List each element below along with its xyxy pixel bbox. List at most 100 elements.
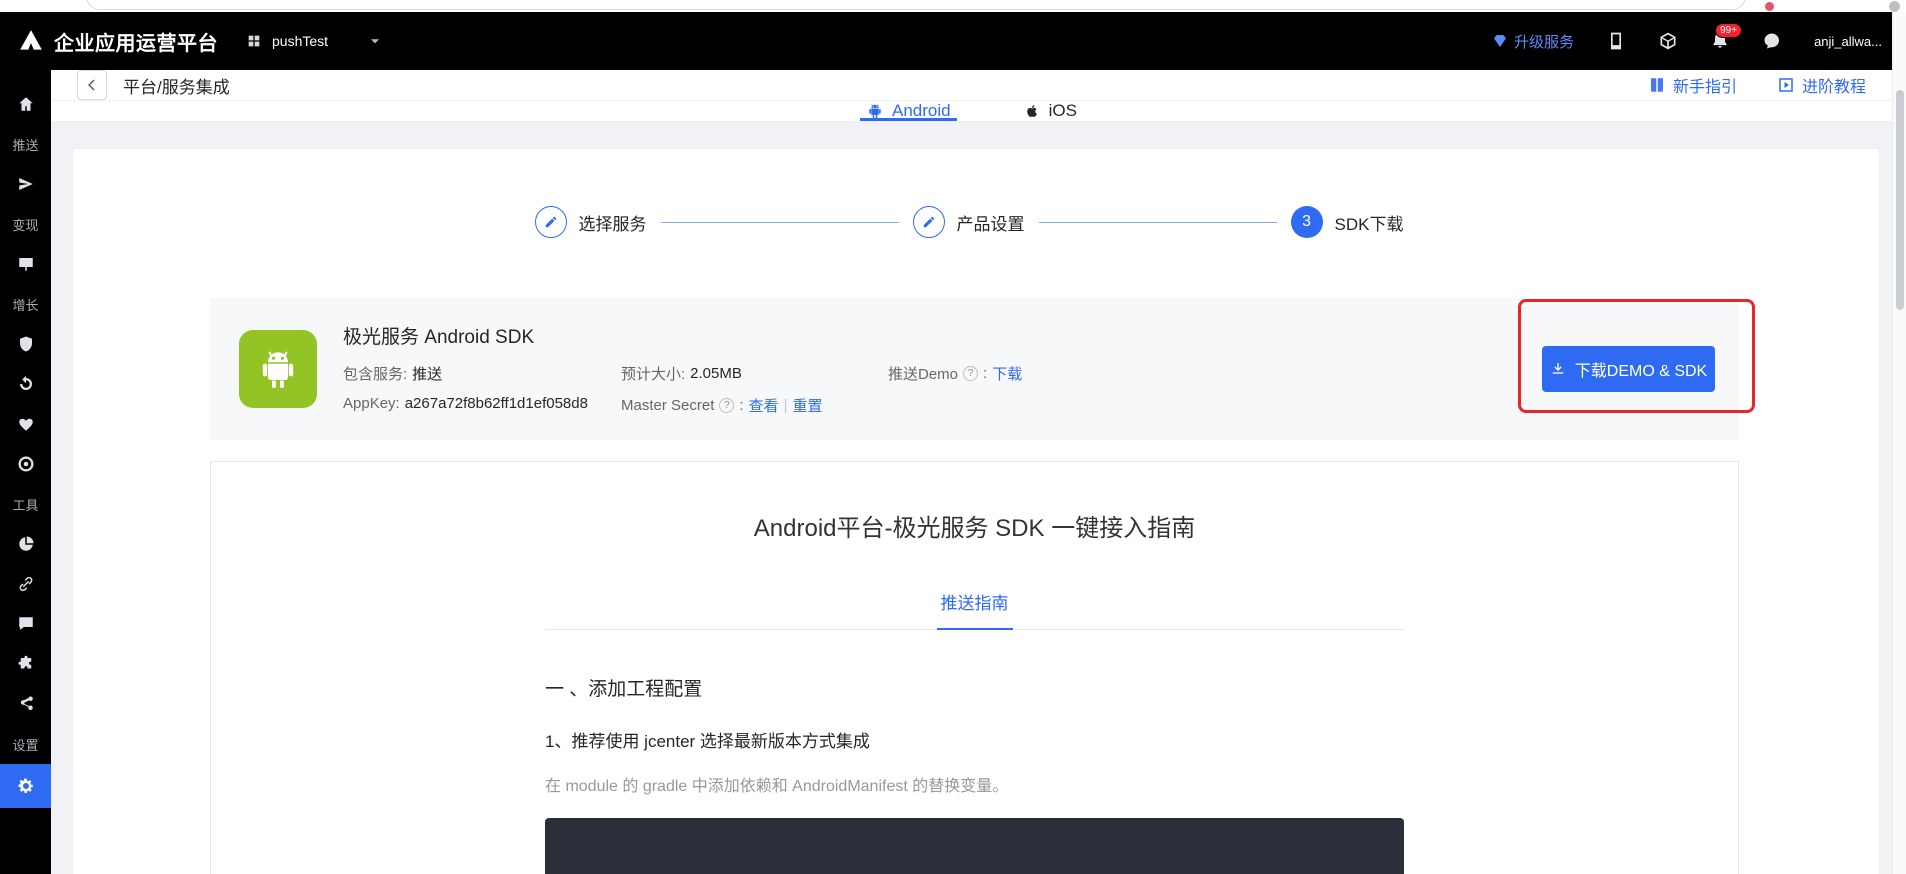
step-label: 选择服务 bbox=[579, 210, 647, 235]
field-label: 包含服务: bbox=[343, 363, 407, 384]
download-demo-sdk-button[interactable]: 下载DEMO & SDK bbox=[1542, 346, 1715, 392]
guide-section-heading: 一 、添加工程配置 bbox=[545, 674, 1404, 701]
field-value: 推送 bbox=[412, 363, 442, 384]
topbar-right: 升级服务 99+ anji_allwa... bbox=[1492, 31, 1882, 52]
field-label: AppKey: bbox=[343, 395, 400, 412]
step-product-settings[interactable]: 产品设置 bbox=[913, 206, 1039, 238]
scrollbar-thumb[interactable] bbox=[1896, 90, 1904, 310]
separator: : bbox=[739, 397, 743, 414]
android-sdk-icon bbox=[239, 330, 317, 408]
field-included-service: 包含服务: 推送 bbox=[343, 363, 621, 384]
sdk-panel: 极光服务 Android SDK 包含服务: 推送 AppKey: bbox=[210, 298, 1739, 440]
browser-strip bbox=[0, 0, 1906, 12]
edit-icon bbox=[535, 206, 567, 238]
sidebar-item-home[interactable] bbox=[0, 84, 51, 124]
tab-android[interactable]: Android bbox=[866, 101, 951, 121]
download-icon bbox=[1550, 361, 1566, 377]
guide-tabs: 推送指南 bbox=[545, 589, 1404, 630]
apple-icon bbox=[1023, 102, 1041, 120]
sidebar-group-push: 推送 bbox=[0, 124, 51, 164]
message-icon[interactable] bbox=[0, 604, 51, 644]
mobile-icon[interactable] bbox=[1606, 31, 1626, 51]
advanced-tutorial-link[interactable]: 进阶教程 bbox=[1777, 73, 1866, 97]
guide-book-icon bbox=[1648, 76, 1666, 94]
notifications-bell[interactable]: 99+ bbox=[1710, 31, 1730, 51]
sdk-info: 极光服务 Android SDK 包含服务: 推送 AppKey: bbox=[343, 322, 1022, 416]
heart-icon[interactable] bbox=[0, 404, 51, 444]
step-label: 产品设置 bbox=[957, 210, 1025, 235]
page-header-links: 新手指引 进阶教程 bbox=[1648, 73, 1866, 97]
advanced-tutorial-label: 进阶教程 bbox=[1802, 73, 1866, 97]
refresh-icon[interactable] bbox=[0, 364, 51, 404]
sidebar-group-monetize: 变现 bbox=[0, 204, 51, 244]
separator: : bbox=[983, 365, 987, 382]
tab-push-guide[interactable]: 推送指南 bbox=[937, 589, 1013, 630]
tab-android-label: Android bbox=[892, 101, 951, 121]
field-appkey: AppKey: a267a72f8b62ff1d1ef058d8 bbox=[343, 395, 621, 412]
help-icon[interactable]: ? bbox=[963, 366, 978, 381]
target-icon[interactable] bbox=[0, 444, 51, 484]
address-bar[interactable] bbox=[86, 0, 1746, 10]
gear-icon[interactable] bbox=[0, 764, 51, 808]
android-icon bbox=[866, 102, 884, 120]
scrollbar-track[interactable] bbox=[1892, 12, 1906, 874]
sdk-fields: 包含服务: 推送 AppKey: a267a72f8b62ff1d1ef058d… bbox=[343, 363, 1022, 416]
step-select-service[interactable]: 选择服务 bbox=[535, 206, 661, 238]
field-size: 预计大小: 2.05MB bbox=[621, 363, 888, 384]
gem-icon bbox=[1492, 33, 1508, 49]
tab-ios-label: iOS bbox=[1049, 101, 1077, 121]
platform-tabs: Android iOS bbox=[51, 101, 1892, 122]
field-value: 2.05MB bbox=[690, 365, 742, 382]
aurora-logo-icon bbox=[18, 28, 44, 54]
username[interactable]: anji_allwa... bbox=[1814, 34, 1882, 49]
back-button[interactable] bbox=[77, 70, 107, 100]
shield-icon[interactable] bbox=[0, 324, 51, 364]
chat-icon[interactable] bbox=[1762, 31, 1782, 51]
help-icon[interactable]: ? bbox=[719, 398, 734, 413]
code-block[interactable] bbox=[545, 818, 1404, 874]
step-sdk-download[interactable]: 3 SDK下载 bbox=[1291, 206, 1418, 238]
field-label: Master Secret bbox=[621, 397, 714, 414]
divider: | bbox=[784, 397, 788, 414]
reset-secret-link[interactable]: 重置 bbox=[792, 395, 822, 416]
app-switcher[interactable]: pushTest bbox=[246, 33, 382, 49]
puzzle-icon[interactable] bbox=[0, 644, 51, 684]
stepper: 选择服务 产品设置 3 SDK下载 bbox=[73, 149, 1879, 238]
upgrade-label: 升级服务 bbox=[1514, 31, 1574, 52]
play-square-icon bbox=[1777, 76, 1795, 94]
sdk-title: 极光服务 Android SDK bbox=[343, 322, 1022, 349]
guide-step-description: 在 module 的 gradle 中添加依赖和 AndroidManifest… bbox=[545, 772, 1404, 796]
beginner-guide-link[interactable]: 新手指引 bbox=[1648, 73, 1737, 97]
extension-dot-icon bbox=[1765, 2, 1774, 11]
view-secret-link[interactable]: 查看 bbox=[749, 395, 779, 416]
pie-chart-icon[interactable] bbox=[0, 524, 51, 564]
brand-title: 企业应用运营平台 bbox=[54, 27, 218, 56]
appkey-value: a267a72f8b62ff1d1ef058d8 bbox=[405, 395, 588, 412]
download-button-label: 下载DEMO & SDK bbox=[1575, 357, 1707, 381]
sidebar-group-growth: 增长 bbox=[0, 284, 51, 324]
cube-icon[interactable] bbox=[1658, 31, 1678, 51]
page-title: 平台/服务集成 bbox=[123, 73, 230, 98]
billboard-icon[interactable] bbox=[0, 244, 51, 284]
sidebar-group-tools: 工具 bbox=[0, 484, 51, 524]
integration-card: 选择服务 产品设置 3 SDK下载 bbox=[73, 149, 1879, 874]
download-demo-link[interactable]: 下载 bbox=[992, 363, 1022, 384]
share-nodes-icon[interactable] bbox=[0, 684, 51, 724]
field-push-demo: 推送Demo ? : 下载 bbox=[888, 363, 1022, 384]
upgrade-service-button[interactable]: 升级服务 bbox=[1492, 31, 1574, 52]
tab-ios[interactable]: iOS bbox=[1023, 101, 1077, 121]
guide-step-title: 1、推荐使用 jcenter 选择最新版本方式集成 bbox=[545, 727, 1404, 752]
notification-badge: 99+ bbox=[1715, 23, 1742, 38]
app-grid-icon bbox=[246, 33, 262, 49]
link-icon[interactable] bbox=[0, 564, 51, 604]
edit-icon bbox=[913, 206, 945, 238]
field-label: 预计大小: bbox=[621, 363, 685, 384]
step-number: 3 bbox=[1291, 206, 1323, 238]
field-master-secret: Master Secret ? : 查看 | 重置 bbox=[621, 395, 888, 416]
browser-avatar[interactable] bbox=[1889, 1, 1900, 12]
guide-title: Android平台-极光服务 SDK 一键接入指南 bbox=[545, 508, 1404, 543]
content: 平台/服务集成 新手指引 进阶教程 bbox=[51, 70, 1892, 874]
send-icon[interactable] bbox=[0, 164, 51, 204]
chevron-down-icon bbox=[368, 34, 382, 48]
step-label: SDK下载 bbox=[1335, 210, 1404, 235]
